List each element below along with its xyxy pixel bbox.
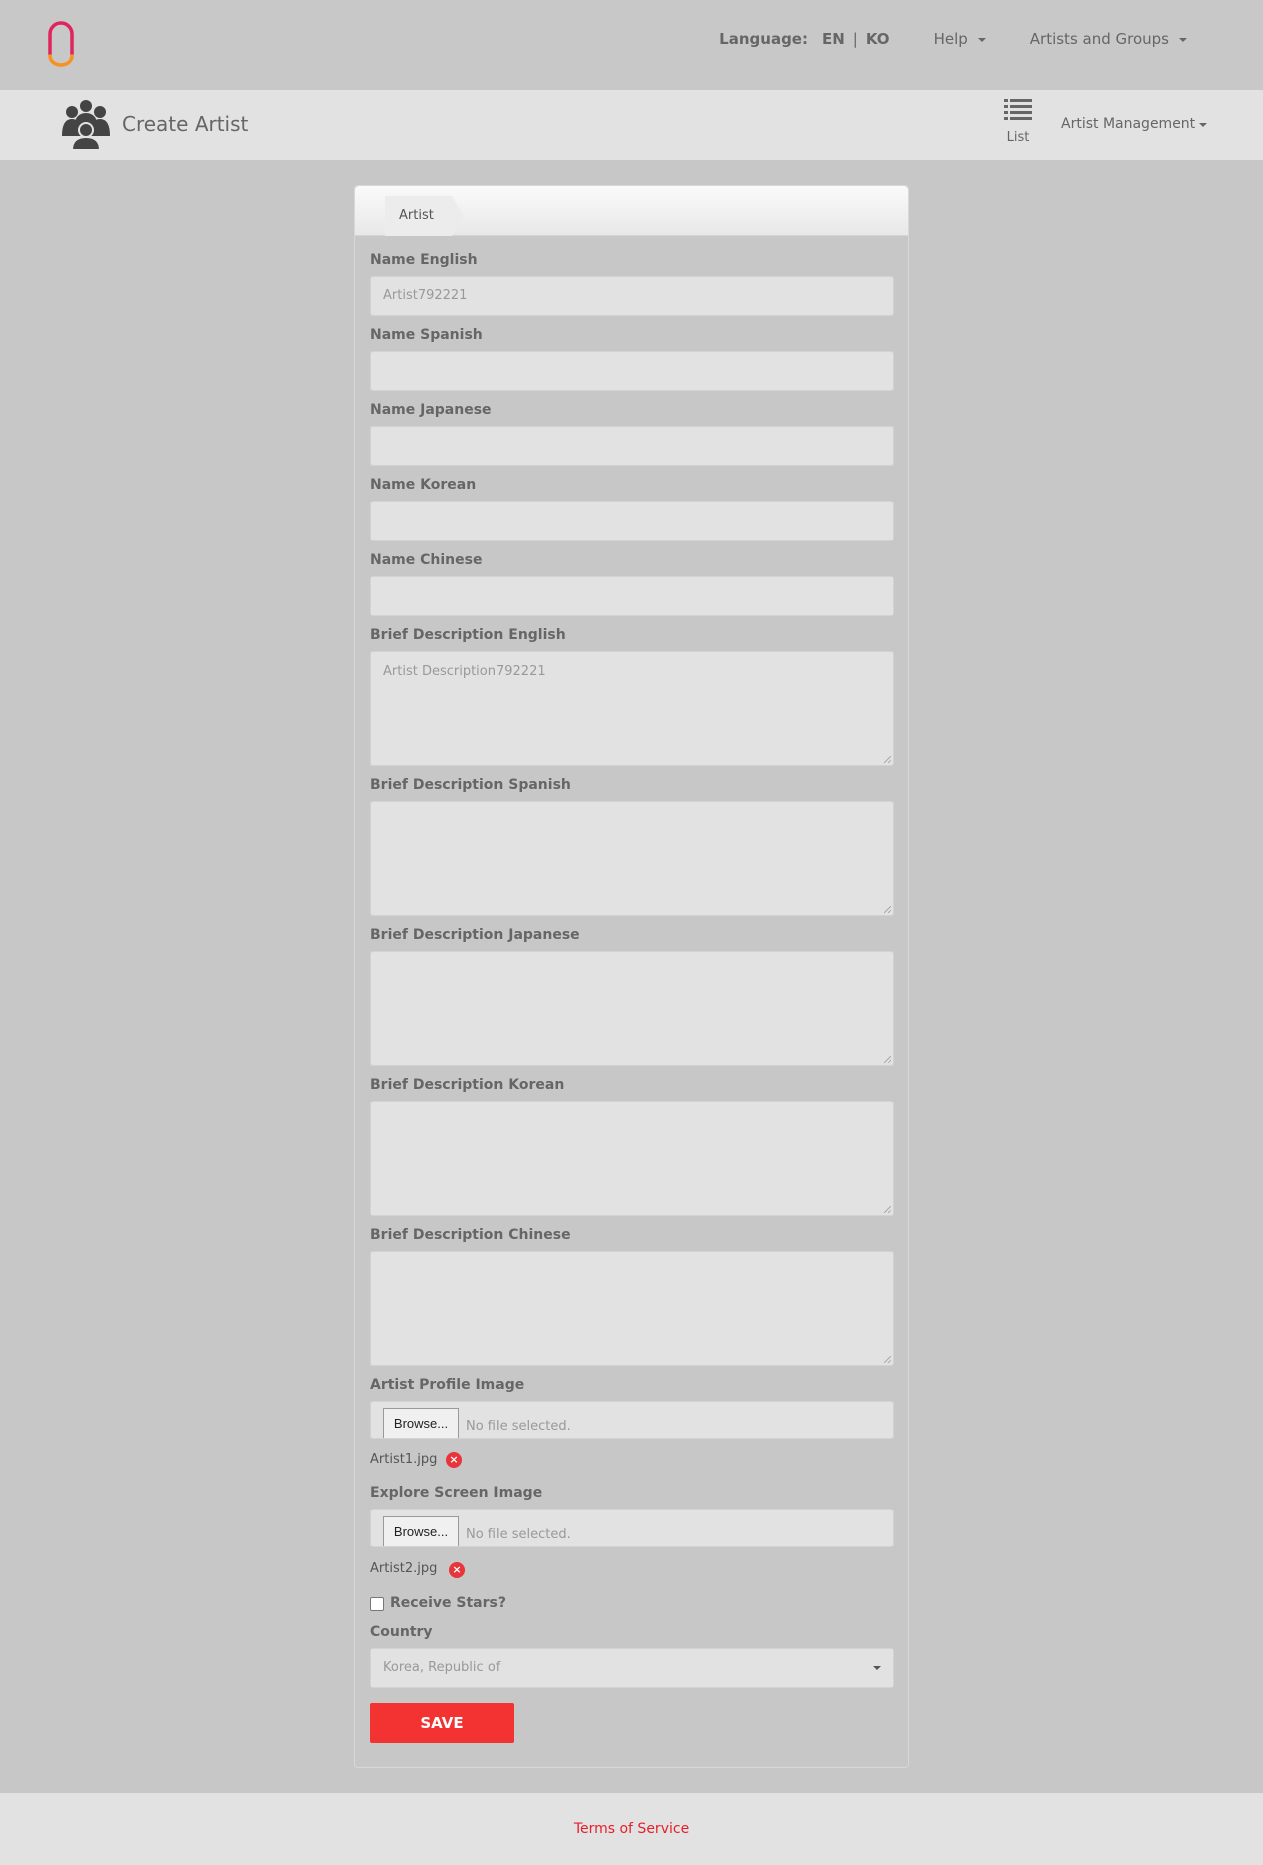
language-ko-link[interactable]: KO [866, 30, 890, 48]
people-group-icon [62, 100, 110, 150]
name-korean-label: Name Korean [370, 477, 477, 493]
footer: Terms of Service [0, 1793, 1263, 1865]
sub-header: Create Artist List Artist Management [0, 90, 1263, 160]
help-menu-label: Help [933, 30, 968, 48]
name-japanese-label: Name Japanese [370, 402, 492, 418]
explore-image-status: No file selected. [466, 1527, 571, 1542]
explore-image-remove-icon[interactable]: × [449, 1562, 465, 1578]
list-button[interactable]: List [1000, 98, 1036, 145]
artist-management-menu[interactable]: Artist Management [1061, 116, 1208, 132]
explore-image-browse-button[interactable]: Browse... [383, 1516, 459, 1546]
save-button[interactable]: SAVE [370, 1703, 514, 1743]
desc-english-label: Brief Description English [370, 627, 566, 643]
language-en-link[interactable]: EN [822, 30, 845, 48]
chevron-down-icon [977, 38, 986, 42]
name-english-input[interactable]: Artist792221 [370, 276, 894, 316]
profile-image-file-input[interactable]: Browse... No file selected. [370, 1401, 894, 1439]
top-nav: Language: EN | KO Help Artists and Group… [719, 30, 1187, 48]
desc-english-value: Artist Description792221 [383, 664, 546, 679]
country-select[interactable]: Korea, Republic of [370, 1648, 894, 1688]
desc-japanese-label: Brief Description Japanese [370, 927, 580, 943]
desc-korean-label: Brief Description Korean [370, 1077, 565, 1093]
artists-groups-menu-label: Artists and Groups [1029, 30, 1169, 48]
name-japanese-input[interactable] [370, 426, 894, 466]
profile-image-filename: Artist1.jpg [370, 1452, 438, 1467]
country-label: Country [370, 1624, 433, 1640]
name-spanish-input[interactable] [370, 351, 894, 391]
resize-grip-icon[interactable] [884, 906, 891, 913]
desc-spanish-label: Brief Description Spanish [370, 777, 571, 793]
name-english-label: Name English [370, 252, 478, 268]
profile-image-browse-button[interactable]: Browse... [383, 1408, 459, 1438]
profile-image-remove-icon[interactable]: × [446, 1452, 462, 1468]
resize-grip-icon[interactable] [884, 1206, 891, 1213]
list-button-label: List [1006, 130, 1030, 145]
explore-image-label: Explore Screen Image [370, 1485, 543, 1501]
receive-stars-checkbox[interactable] [370, 1597, 384, 1611]
name-chinese-label: Name Chinese [370, 552, 483, 568]
desc-chinese-label: Brief Description Chinese [370, 1227, 571, 1243]
artist-management-label: Artist Management [1061, 116, 1196, 132]
top-bar: Language: EN | KO Help Artists and Group… [0, 0, 1263, 90]
chevron-down-icon [873, 1666, 881, 1670]
desc-spanish-textarea[interactable] [370, 801, 894, 916]
desc-english-textarea[interactable]: Artist Description792221 [370, 651, 894, 766]
explore-image-filename: Artist2.jpg [370, 1561, 438, 1576]
receive-stars-label[interactable]: Receive Stars? [390, 1595, 506, 1611]
terms-of-service-link[interactable]: Terms of Service [574, 1821, 689, 1837]
language-label: Language: [719, 30, 808, 48]
name-korean-input[interactable] [370, 501, 894, 541]
page-title: Create Artist [122, 112, 249, 136]
name-spanish-label: Name Spanish [370, 327, 483, 343]
chevron-down-icon [1179, 38, 1187, 42]
panel-header: Artist [355, 186, 908, 236]
tab-artist[interactable]: Artist [385, 196, 464, 236]
desc-chinese-textarea[interactable] [370, 1251, 894, 1366]
help-menu[interactable]: Help [934, 30, 986, 48]
resize-grip-icon[interactable] [884, 1356, 891, 1363]
explore-image-file-input[interactable]: Browse... No file selected. [370, 1509, 894, 1547]
desc-japanese-textarea[interactable] [370, 951, 894, 1066]
resize-grip-icon[interactable] [884, 1056, 891, 1063]
resize-grip-icon[interactable] [884, 756, 891, 763]
profile-image-status: No file selected. [466, 1419, 571, 1434]
artist-form-panel: Artist Name English Artist792221 Name Sp… [354, 185, 909, 1768]
language-separator: | [852, 30, 858, 48]
list-icon [1004, 99, 1032, 120]
profile-image-label: Artist Profile Image [370, 1377, 525, 1393]
brand-logo-icon[interactable] [44, 20, 78, 68]
desc-korean-textarea[interactable] [370, 1101, 894, 1216]
chevron-down-icon [1199, 123, 1208, 127]
country-selected-value: Korea, Republic of [383, 1660, 501, 1675]
name-chinese-input[interactable] [370, 576, 894, 616]
artists-groups-menu[interactable]: Artists and Groups [1030, 30, 1187, 48]
